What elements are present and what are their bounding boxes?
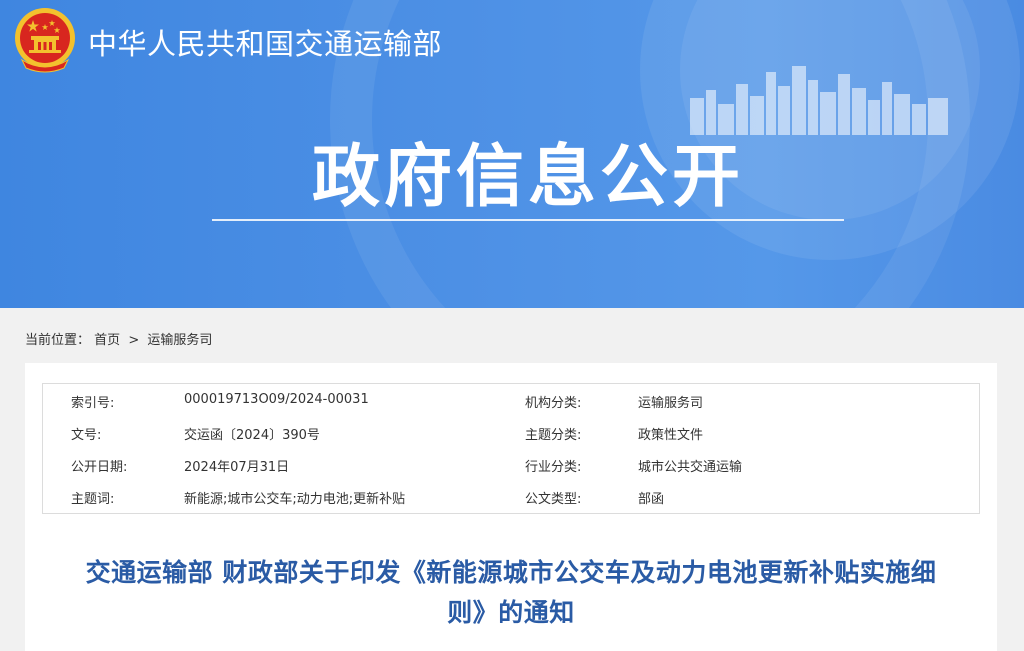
metadata-value: 2024年07月31日 (184, 460, 290, 475)
title-underline (212, 219, 844, 221)
metadata-value: 运输服务司 (638, 396, 704, 411)
breadcrumb-separator: > (128, 333, 140, 348)
metadata-value: 新能源;城市公交车;动力电池;更新补贴 (184, 492, 406, 507)
metadata-value: 部函 (638, 492, 665, 507)
metadata-value: 政策性文件 (638, 428, 704, 443)
document-title-line: 则》的通知 (447, 598, 575, 627)
metadata-value: 000019713O09/2024-00031 (184, 392, 369, 407)
breadcrumb-department-link[interactable]: 运输服务司 (147, 333, 212, 348)
metadata-label: 公开日期: (71, 460, 128, 475)
city-skyline-decoration (690, 66, 948, 135)
breadcrumb-prefix: 当前位置： (25, 333, 91, 348)
document-metadata-table: 索引号: 000019713O09/2024-00031 机构分类: 运输服务司… (42, 383, 980, 514)
breadcrumb-home-link[interactable]: 首页 (94, 333, 120, 348)
metadata-row: 索引号: 000019713O09/2024-00031 机构分类: 运输服务司 (43, 384, 979, 416)
breadcrumb: 当前位置： 首页 > 运输服务司 (25, 329, 212, 348)
metadata-label: 公文类型: (525, 492, 582, 507)
metadata-row: 主题词: 新能源;城市公交车;动力电池;更新补贴 公文类型: 部函 (43, 480, 979, 512)
section-title: 政府信息公开 (311, 137, 744, 217)
metadata-label: 文号: (71, 428, 102, 443)
metadata-label: 索引号: (71, 396, 115, 411)
metadata-row: 公开日期: 2024年07月31日 行业分类: 城市公共交通运输 (43, 448, 979, 480)
metadata-label: 主题分类: (525, 428, 582, 443)
site-title[interactable]: 中华人民共和国交通运输部 (88, 21, 442, 63)
document-title-line: 交通运输部 财政部关于印发《新能源城市公交车及动力电池更新补贴实施细 (85, 558, 937, 587)
metadata-row: 文号: 交运函〔2024〕390号 主题分类: 政策性文件 (43, 416, 979, 448)
content-panel: 索引号: 000019713O09/2024-00031 机构分类: 运输服务司… (25, 363, 997, 651)
header-banner: 中华人民共和国交通运输部 政府信息公开 (0, 0, 1024, 308)
metadata-label: 行业分类: (525, 460, 582, 475)
metadata-label: 机构分类: (525, 396, 582, 411)
document-title: 交通运输部 财政部关于印发《新能源城市公交车及动力电池更新补贴实施细 则》的通知 (25, 553, 997, 633)
metadata-label: 主题词: (71, 492, 115, 507)
metadata-value: 城市公共交通运输 (638, 460, 743, 475)
national-emblem-icon[interactable] (12, 6, 78, 74)
metadata-value: 交运函〔2024〕390号 (184, 428, 320, 443)
